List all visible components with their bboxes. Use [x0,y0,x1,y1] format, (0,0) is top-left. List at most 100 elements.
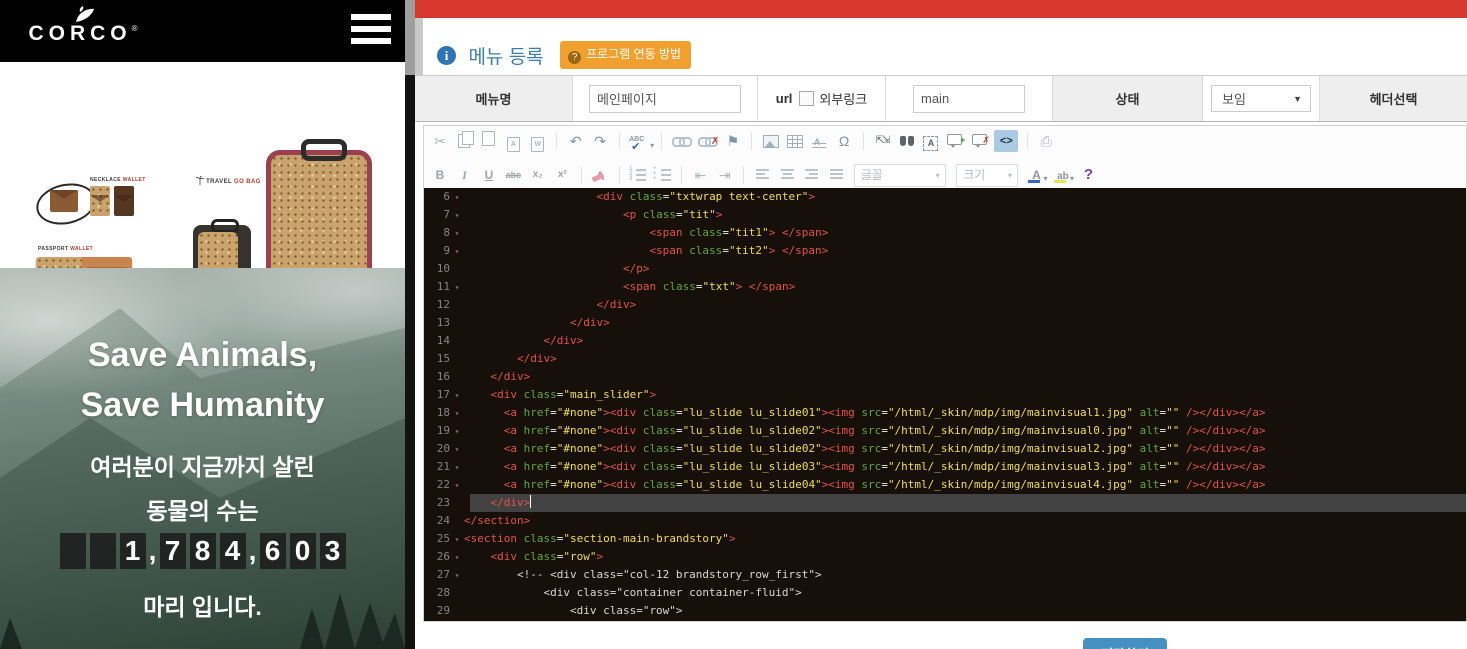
counter-digit-box: 0 [290,533,316,569]
program-link-help-button[interactable]: ?프로그램 연동 방법 [560,41,691,69]
code-line: 23 </div> [424,494,1466,512]
counter-digit-box: 6 [260,533,286,569]
cut-icon[interactable]: ✂ [430,130,450,152]
status-select[interactable]: 보임 ▼ [1211,85,1311,112]
bg-color-icon[interactable]: ab▾ [1052,164,1074,186]
italic-icon[interactable]: I [454,164,474,186]
print-icon[interactable]: ⎙ [1036,130,1056,152]
preview-scrollbar[interactable] [405,0,415,649]
code-line: 12 </div> [424,296,1466,314]
image-icon[interactable] [761,130,781,152]
horizontal-line-icon[interactable]: A [810,130,830,152]
menu-name-input[interactable] [589,85,741,113]
counter-digit-box: 3 [320,533,346,569]
numbered-list-icon[interactable]: 123 [628,164,648,186]
code-line: 28 <div class="container container-fluid… [424,584,1466,602]
align-justify-icon[interactable] [826,164,846,186]
special-char-icon[interactable]: Ω [834,130,854,152]
chevron-down-icon: ▼ [1293,86,1302,113]
fold-arrow-icon[interactable]: ▾ [450,441,464,459]
code-line: 14 </div> [424,332,1466,350]
code-line: 16 </div> [424,368,1466,386]
paste-icon[interactable] [479,130,499,152]
fold-arrow-icon[interactable]: ▾ [450,189,464,207]
fold-arrow-icon[interactable]: ▾ [450,387,464,405]
fold-arrow-icon[interactable]: ▾ [450,459,464,477]
link-icon[interactable] [670,130,692,152]
hamburger-menu-icon[interactable] [351,14,391,48]
fold-arrow-icon[interactable]: ▾ [450,207,464,225]
fold-arrow-icon[interactable]: ▾ [450,225,464,243]
cork-wallet-image [90,186,110,216]
fold-arrow-icon[interactable]: ▾ [450,567,464,585]
paste-text-icon[interactable]: A [503,130,523,152]
brown-wallet-image [114,186,134,216]
font-family-dropdown[interactable]: 글꼴▾ [854,164,946,187]
superscript-icon[interactable]: x² [552,164,572,186]
unlink-icon[interactable]: ✗ [696,130,718,152]
fold-arrow-icon[interactable]: ▾ [450,531,464,549]
code-line: 26▾ <div class="row"> [424,548,1466,566]
site-header: CORCO® [0,0,405,62]
fold-arrow-icon[interactable]: ▾ [450,477,464,495]
outdent-icon[interactable]: ⇤ [690,164,710,186]
spellcheck-icon[interactable]: ABC ✔ ▾ [628,130,652,152]
find-replace-icon[interactable] [897,130,917,152]
font-size-dropdown[interactable]: 크기▾ [956,164,1018,187]
paste-word-icon[interactable]: W [528,130,548,152]
small-backpack-image [193,225,251,268]
code-line: 7▾ <p class="tit"> [424,206,1466,224]
product-slider[interactable]: NECKLACE WALLET PASSPORT WALLET TRAVEL G… [0,62,405,268]
counter-comma: , [248,533,258,569]
align-right-icon[interactable] [802,164,822,186]
site-logo[interactable]: CORCO® [28,6,138,45]
indent-icon[interactable]: ⇥ [715,164,735,186]
url-cell: url 외부링크 [758,76,886,121]
code-line: 13 </div> [424,314,1466,332]
anchor-icon[interactable]: ⚑ [723,130,743,152]
external-link-checkbox[interactable] [799,91,814,106]
undo-icon[interactable]: ↶ [566,130,586,152]
page-title-row: i 메뉴 등록 ?프로그램 연동 방법 [437,41,691,67]
remove-comment-icon[interactable]: ✗ [970,130,990,152]
subscript-icon[interactable]: x₂ [528,164,548,186]
about-help-icon[interactable]: ? [1078,164,1098,186]
brand-text: CORCO [28,22,131,45]
code-lines: 6▾ <div class="txtwrap text-center">7▾ <… [424,188,1466,621]
scrollbar-thumb[interactable] [405,0,415,75]
url-input[interactable] [913,85,1025,113]
question-icon: ? [568,51,581,64]
chevron-down-icon: ▾ [1008,165,1012,186]
code-line: 29 <div class="row"> [424,602,1466,620]
table-icon[interactable] [785,130,805,152]
underline-icon[interactable]: U [479,164,499,186]
align-left-icon[interactable] [753,164,773,186]
fold-arrow-icon[interactable]: ▾ [450,243,464,261]
add-comment-icon[interactable]: + [945,130,965,152]
large-backpack-image [266,150,372,268]
save-button[interactable]: 저장하기 [1083,638,1167,649]
maximize-icon[interactable]: ⇱⇲ [872,130,892,152]
page-title: 메뉴 등록 [468,42,543,69]
source-code-area[interactable]: 6▾ <div class="txtwrap text-center">7▾ <… [424,188,1466,621]
source-mode-icon[interactable]: <> [994,130,1018,152]
code-line: 24</section> [424,512,1466,530]
text-color-icon[interactable]: A▾ [1026,164,1048,186]
hero-section: Save Animals, Save Humanity 여러분이 지금까지 살린… [0,268,405,649]
fold-arrow-icon[interactable]: ▾ [450,423,464,441]
bold-icon[interactable]: B [430,164,450,186]
registered-mark: ® [132,24,138,33]
remove-format-icon[interactable]: A [590,164,610,186]
align-center-icon[interactable] [777,164,797,186]
code-line: 8▾ <span class="tit1"> </span> [424,224,1466,242]
fold-arrow-icon[interactable]: ▾ [450,279,464,297]
fold-arrow-icon[interactable]: ▾ [450,549,464,567]
bulleted-list-icon[interactable]: ••• [653,164,673,186]
menu-name-label: 메뉴명 [415,76,573,121]
strikethrough-icon[interactable]: abc [503,164,523,186]
fold-arrow-icon[interactable]: ▾ [450,405,464,423]
copy-icon[interactable] [454,130,474,152]
select-all-icon[interactable]: A [921,130,941,152]
redo-icon[interactable]: ↷ [590,130,610,152]
code-line: 30 <div class="col12 brandstoryTitleWrap… [424,620,1466,621]
